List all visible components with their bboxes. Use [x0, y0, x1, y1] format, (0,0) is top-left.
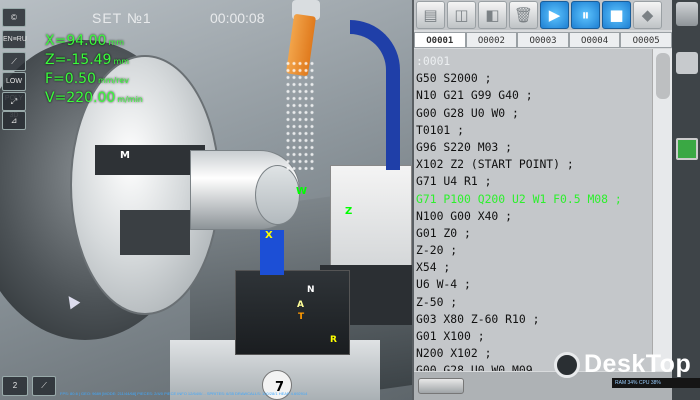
code-scrollbar[interactable]	[652, 49, 672, 371]
language-toggle-button[interactable]: EN≡RU	[2, 30, 27, 49]
feed-value: F=0.50	[45, 71, 96, 87]
toolpath-button[interactable]: ⊿	[2, 111, 26, 130]
code-line[interactable]: G01 Z0 ;	[416, 225, 650, 242]
point-a-label: A	[297, 300, 304, 310]
point-t-label: T	[298, 312, 305, 322]
code-line-current[interactable]: G71 P100 Q200 U2 W1 F0.5 M08 ;	[416, 191, 650, 208]
side-toolstrip	[672, 0, 700, 400]
code-line[interactable]: Z-20 ;	[416, 242, 650, 259]
tab-o0002[interactable]: O0002	[465, 32, 518, 48]
machine-zero-label: M	[120, 150, 130, 161]
axis-label-z: Z	[345, 206, 353, 217]
code-line[interactable]: G01 X100 ;	[416, 328, 650, 345]
side-panel-button[interactable]	[676, 2, 698, 26]
delete-icon[interactable]: 🗑	[509, 1, 538, 29]
new-file-icon[interactable]: ▤	[416, 1, 445, 29]
scroll-thumb[interactable]	[656, 53, 670, 99]
open-file-icon[interactable]: ◫	[447, 1, 476, 29]
coord-z-readout: Z=-15.49 mm	[45, 52, 129, 68]
tool-view-button[interactable]: ⟋	[2, 52, 26, 71]
code-line[interactable]: Z-50 ;	[416, 294, 650, 311]
coord-x-unit: mm	[108, 38, 124, 47]
settings-button[interactable]: ©	[2, 8, 26, 27]
watermark: DeskTop	[554, 350, 691, 379]
coolant-hose	[350, 20, 400, 170]
program-panel: ▤ ◫ ◧ 🗑 ▶ ⏸ ■ ◆ O0001 O0002 O0003 O0004 O0005 :0001…	[412, 0, 700, 400]
coord-z-value: Z=-15.49	[45, 52, 112, 68]
tab-o0005[interactable]: O0005	[620, 32, 672, 48]
code-line[interactable]: N100 G00 X40 ;	[416, 208, 650, 225]
low-poly-3d-button[interactable]: LOW POLY 3D	[2, 72, 26, 119]
machining-timer: 00:00:08	[210, 10, 265, 26]
pause-icon[interactable]: ⏸	[571, 1, 600, 29]
camera-view-button[interactable]: 2	[2, 376, 28, 396]
machine-panel-button[interactable]	[676, 138, 698, 160]
code-line[interactable]: U6 W-4 ;	[416, 276, 650, 293]
tab-o0004[interactable]: O0004	[568, 32, 621, 48]
watermark-text: DeskTop	[584, 350, 692, 378]
tab-o0003[interactable]: O0003	[517, 32, 569, 48]
code-line[interactable]: N10 G21 G99 G40 ;	[416, 87, 650, 104]
code-line[interactable]: G00 G28 U0 W0 ;	[416, 105, 650, 122]
speed-value: V=220.00	[45, 90, 116, 106]
coord-x-readout: X=94.00 mm	[45, 33, 124, 49]
section-cut-button[interactable]: ⟋	[32, 376, 56, 396]
code-line[interactable]: X54 ;	[416, 259, 650, 276]
keyboard-button[interactable]	[418, 378, 464, 394]
code-line[interactable]: G50 S2000 ;	[416, 70, 650, 87]
play-icon[interactable]: ▶	[540, 1, 569, 29]
measure-button[interactable]: ⤢	[2, 92, 26, 111]
code-line[interactable]: G03 X80 Z-60 R10 ;	[416, 311, 650, 328]
feed-unit: mm/rev	[97, 76, 130, 85]
point-r-label: R	[330, 335, 337, 345]
side-view-button[interactable]	[676, 52, 698, 74]
watermark-logo-icon	[554, 351, 580, 378]
workpiece-end-face	[255, 165, 300, 225]
coord-x-value: X=94.00	[45, 33, 107, 49]
reset-icon[interactable]: ◆	[633, 1, 662, 29]
axis-label-x: X	[265, 230, 273, 241]
code-line[interactable]: G96 S220 M03 ;	[416, 139, 650, 156]
machining-viewport[interactable]: W Z X M N A T R 7 SET №1 00:00:08 X=94.0…	[0, 0, 412, 400]
nc-code-editor[interactable]: :0001 G50 S2000 ; N10 G21 G99 G40 ; G00 G28…	[414, 49, 652, 371]
chuck-jaw-upper	[95, 145, 205, 175]
program-tabs: O0001 O0002 O0003 O0004 O0005	[414, 32, 672, 48]
program-toolbar: ▤ ◫ ◧ 🗑 ▶ ⏸ ■ ◆	[414, 0, 672, 30]
speed-unit: m/min	[117, 95, 143, 104]
stop-icon[interactable]: ■	[602, 1, 631, 29]
turret-ref-label: N	[307, 285, 315, 295]
debug-status-bar: FPS: 80.6 | GEO: 9689 [MODE: 211/44/68] …	[60, 391, 308, 396]
axis-label-w: W	[296, 186, 308, 197]
feed-readout: F=0.50 mm/rev	[45, 71, 129, 87]
tab-o0001[interactable]: O0001	[414, 32, 466, 48]
coolant-spray	[285, 60, 315, 170]
system-status-bar: RAM 34% CPU 38%	[612, 378, 700, 388]
code-line[interactable]: G71 U4 R1 ;	[416, 173, 650, 190]
code-line[interactable]: X102 Z2 (START POINT) ;	[416, 156, 650, 173]
save-file-icon[interactable]: ◧	[478, 1, 507, 29]
speed-readout: V=220.00 m/min	[45, 90, 143, 106]
setup-title: SET №1	[92, 10, 152, 26]
code-line[interactable]: :0001	[416, 53, 650, 70]
chuck-jaw-lower	[120, 210, 190, 255]
coord-z-unit: mm	[113, 57, 130, 66]
code-line[interactable]: T0101 ;	[416, 122, 650, 139]
